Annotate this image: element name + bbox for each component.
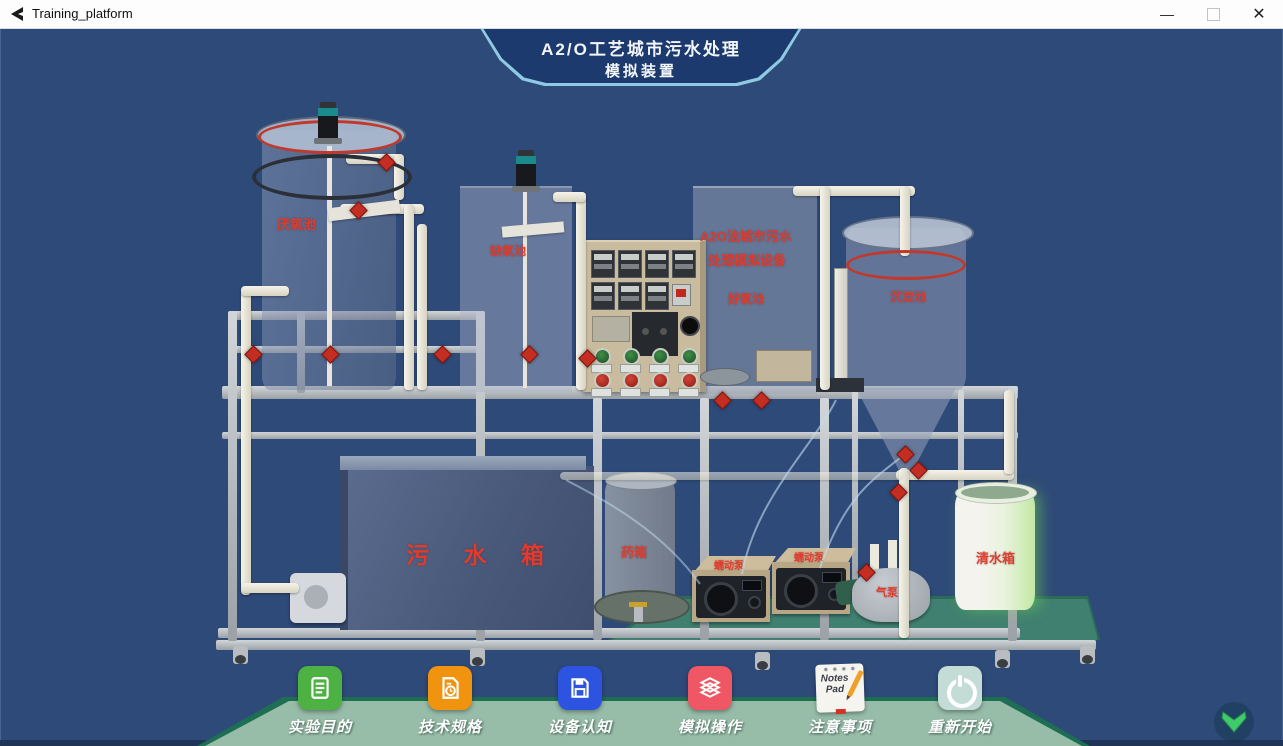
green-button[interactable]: [652, 348, 669, 365]
anaerobic-tank-label: 厌氧池: [277, 214, 316, 233]
anaerobic-mixer-motor[interactable]: [314, 102, 342, 144]
equipment-sign-line2: 处理模拟设备: [708, 250, 786, 269]
pipe: [820, 186, 830, 390]
equipment-sign-line1: A2O法城市污水: [700, 226, 792, 245]
frame-beam: [216, 640, 1096, 650]
panel-meter: [645, 282, 669, 310]
close-button[interactable]: ✕: [1240, 0, 1278, 28]
button-label-chip: [620, 388, 641, 397]
pump-display-1: [742, 580, 762, 591]
sewage-tank-label: 污 水 箱: [382, 536, 582, 570]
pipe: [793, 186, 915, 196]
scene-title-banner: A2/O工艺城市污水处理 模拟装置: [480, 28, 802, 86]
maximize-button[interactable]: [1194, 0, 1232, 28]
pipe: [241, 286, 289, 296]
pipe: [553, 192, 586, 202]
caster-wheel: [1080, 646, 1095, 664]
panel-meter: [618, 250, 642, 278]
document-icon: [298, 666, 342, 710]
green-button[interactable]: [623, 348, 640, 365]
notepad-text-line1: Notes: [820, 673, 848, 685]
anoxic-tank[interactable]: [460, 186, 572, 392]
green-button[interactable]: [594, 348, 611, 365]
save-icon: [558, 666, 602, 710]
air-pump-label: 气泵: [876, 584, 898, 600]
red-button[interactable]: [594, 372, 611, 389]
clean-water-tank-opening: [961, 486, 1029, 499]
sewage-tank-top: [340, 456, 586, 470]
cabinet-plaque: [592, 316, 630, 342]
button-label-chip: [649, 388, 670, 397]
pipe: [404, 204, 414, 390]
caster-wheel: [755, 652, 770, 670]
frame-beam: [852, 390, 858, 596]
clarifier-rim: [846, 250, 966, 280]
spec-document-icon: [428, 666, 472, 710]
simulation-3d-viewport[interactable]: A2/O工艺城市污水处理 模拟装置 厌氧池 缺氧池 A2O法城市污水 处理模拟设…: [0, 28, 1283, 746]
pencil-icon: [847, 670, 864, 697]
button-label-chip: [591, 388, 612, 397]
nameplate: [756, 350, 812, 382]
pump-knob-1[interactable]: [748, 596, 761, 609]
layers-icon: [688, 666, 732, 710]
red-button[interactable]: [681, 372, 698, 389]
frame-beam: [228, 311, 237, 641]
window-title: Training_platform: [32, 6, 133, 21]
minimize-button[interactable]: —: [1148, 0, 1186, 28]
cabinet-red-unit: [672, 284, 691, 306]
anoxic-mixer-motor[interactable]: [512, 150, 540, 192]
pipe: [900, 186, 910, 256]
pipe: [241, 583, 299, 593]
red-button[interactable]: [652, 372, 669, 389]
pump-head-1: [704, 582, 738, 616]
feed-pump[interactable]: [290, 573, 346, 623]
banner-line1: A2/O工艺城市污水处理: [483, 35, 799, 60]
panel-meter: [672, 250, 696, 278]
caster-wheel: [470, 648, 485, 666]
caster-wheel: [995, 650, 1010, 668]
chevron-down-icon: [1221, 711, 1247, 733]
title-bar: Training_platform — ✕: [0, 0, 1283, 29]
maximize-icon: [1207, 8, 1220, 21]
chemical-tank-spigot[interactable]: [634, 604, 643, 622]
panel-meter: [618, 282, 642, 310]
unity-logo-icon: [9, 5, 27, 23]
pipe: [1004, 390, 1014, 474]
panel-meter: [591, 250, 615, 278]
clarifier-label: 沉淀池: [890, 288, 926, 305]
green-button[interactable]: [681, 348, 698, 365]
pipe: [241, 290, 251, 595]
peristaltic-pump-2-label: 蠕动泵: [794, 549, 824, 564]
peristaltic-pump-1-label: 蠕动泵: [714, 557, 744, 572]
hide-toolbar-button[interactable]: [1214, 702, 1254, 742]
aerobic-tank-label: 好氧池: [728, 290, 764, 307]
cabinet-dial[interactable]: [680, 316, 700, 336]
chemical-tank-label: 药箱: [621, 542, 647, 561]
notepad-text-line2: Pad: [826, 684, 845, 696]
round-dish: [700, 368, 750, 386]
banner-line2: 模拟装置: [483, 60, 799, 81]
notepad-icon: Notes Pad: [815, 663, 865, 713]
panel-meter: [645, 250, 669, 278]
pump-head-2: [784, 574, 818, 608]
button-label-chip: [678, 388, 699, 397]
power-icon: [938, 666, 982, 710]
pipe: [417, 224, 427, 390]
anoxic-tank-label: 缺氧池: [490, 242, 526, 259]
pipe: [560, 472, 902, 480]
toolbar-band: [0, 688, 1283, 746]
caster-wheel: [233, 646, 248, 664]
red-button[interactable]: [623, 372, 640, 389]
panel-meter: [591, 282, 615, 310]
clean-water-tank-label: 清水箱: [976, 548, 1015, 567]
flowmeter[interactable]: [834, 268, 848, 382]
